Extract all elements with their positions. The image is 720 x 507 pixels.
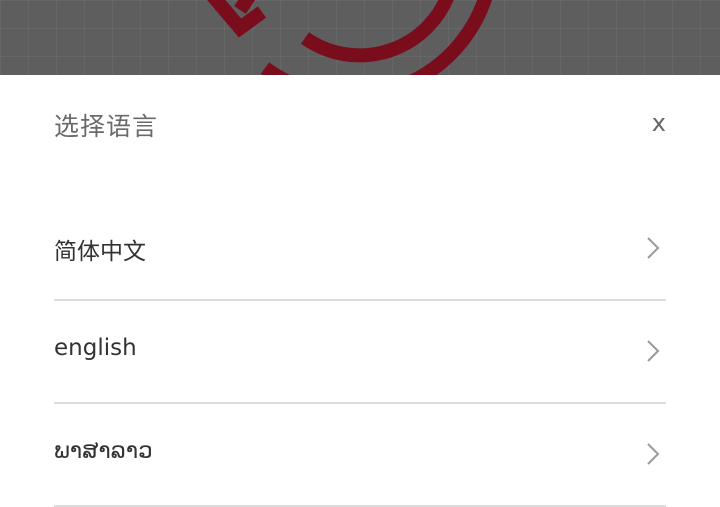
dialog-title: 选择语言 (54, 112, 159, 141)
chevron-right-icon (647, 237, 660, 259)
background-overlay (0, 0, 720, 75)
language-label: ພາສາລາວ (54, 438, 153, 464)
language-label: english (54, 335, 137, 361)
language-option-lo[interactable]: ພາສາລາວ (54, 404, 666, 507)
chevron-right-icon (647, 340, 660, 362)
language-label: 简体中文 (54, 239, 146, 265)
brand-logo (207, 0, 492, 75)
close-button[interactable]: x (638, 109, 666, 141)
language-options: 简体中文 english ພາສາລາວ (54, 198, 666, 507)
sheet-header: 选择语言 x (54, 105, 666, 145)
language-option-en[interactable]: english (54, 301, 666, 404)
language-option-zh[interactable]: 简体中文 (54, 198, 666, 301)
chevron-right-icon (647, 443, 660, 465)
